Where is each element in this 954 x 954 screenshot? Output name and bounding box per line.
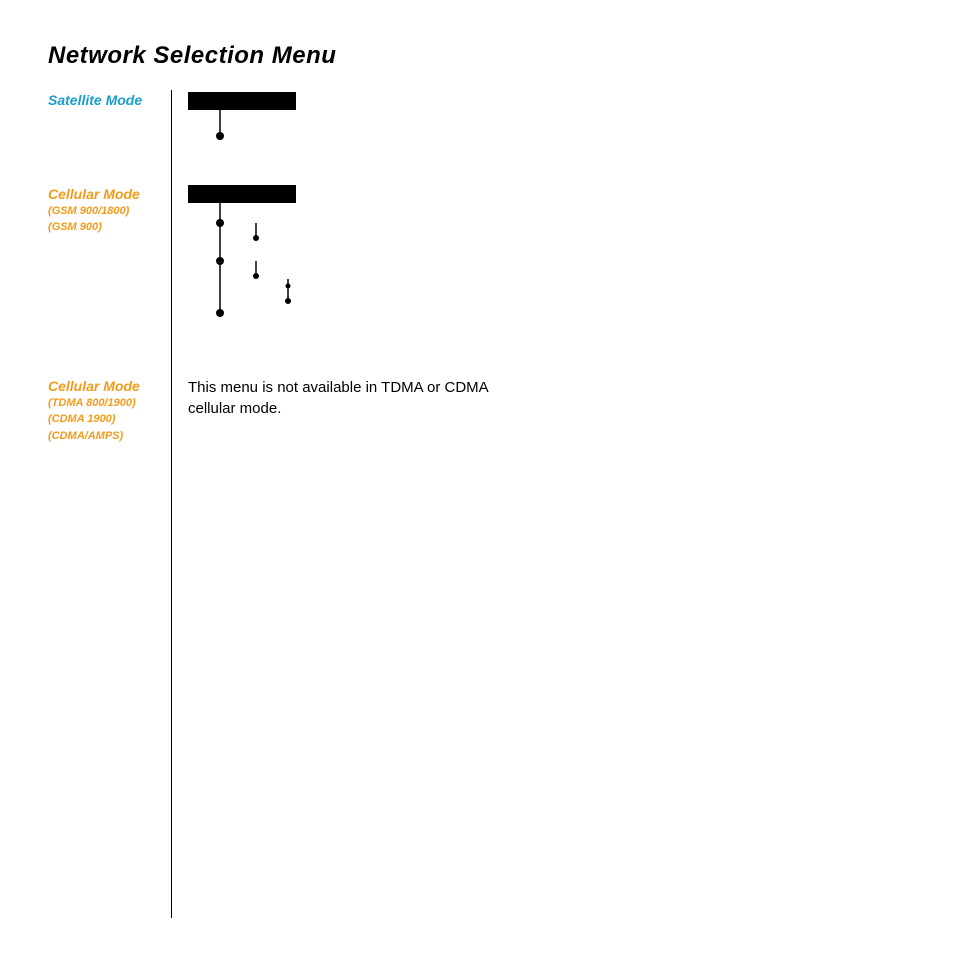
cellular-tdma-sub1: (TDMA 800/1900) xyxy=(48,396,140,410)
cellular-gsm-sub1: (GSM 900/1800) xyxy=(48,204,140,218)
satellite-mode-label: Satellite Mode xyxy=(48,92,142,108)
satellite-diagram xyxy=(188,90,308,150)
satellite-tree-icon xyxy=(188,90,308,150)
cellular-gsm-sub2: (GSM 900) xyxy=(48,220,140,234)
cellular-gsm-label: Cellular Mode xyxy=(48,186,140,202)
cellular-tree-icon xyxy=(188,183,348,343)
cellular-tdma-section: Cellular Mode (TDMA 800/1900) (CDMA 1900… xyxy=(48,378,140,443)
cellular-gsm-section: Cellular Mode (GSM 900/1800) (GSM 900) xyxy=(48,186,140,235)
divider-line xyxy=(171,90,172,918)
satellite-mode-section: Satellite Mode xyxy=(48,92,142,108)
cellular-tdma-sub3: (CDMA/AMPS) xyxy=(48,429,140,443)
content-area: Satellite Mode Cellular Mode (GSM 900/18… xyxy=(48,90,908,920)
cellular-tdma-sub2: (CDMA 1900) xyxy=(48,412,140,426)
page-title: Network Selection Menu xyxy=(48,42,336,70)
body-text: This menu is not available in TDMA or CD… xyxy=(188,377,508,419)
cellular-diagram xyxy=(188,183,348,343)
cellular-tdma-label: Cellular Mode xyxy=(48,378,140,394)
